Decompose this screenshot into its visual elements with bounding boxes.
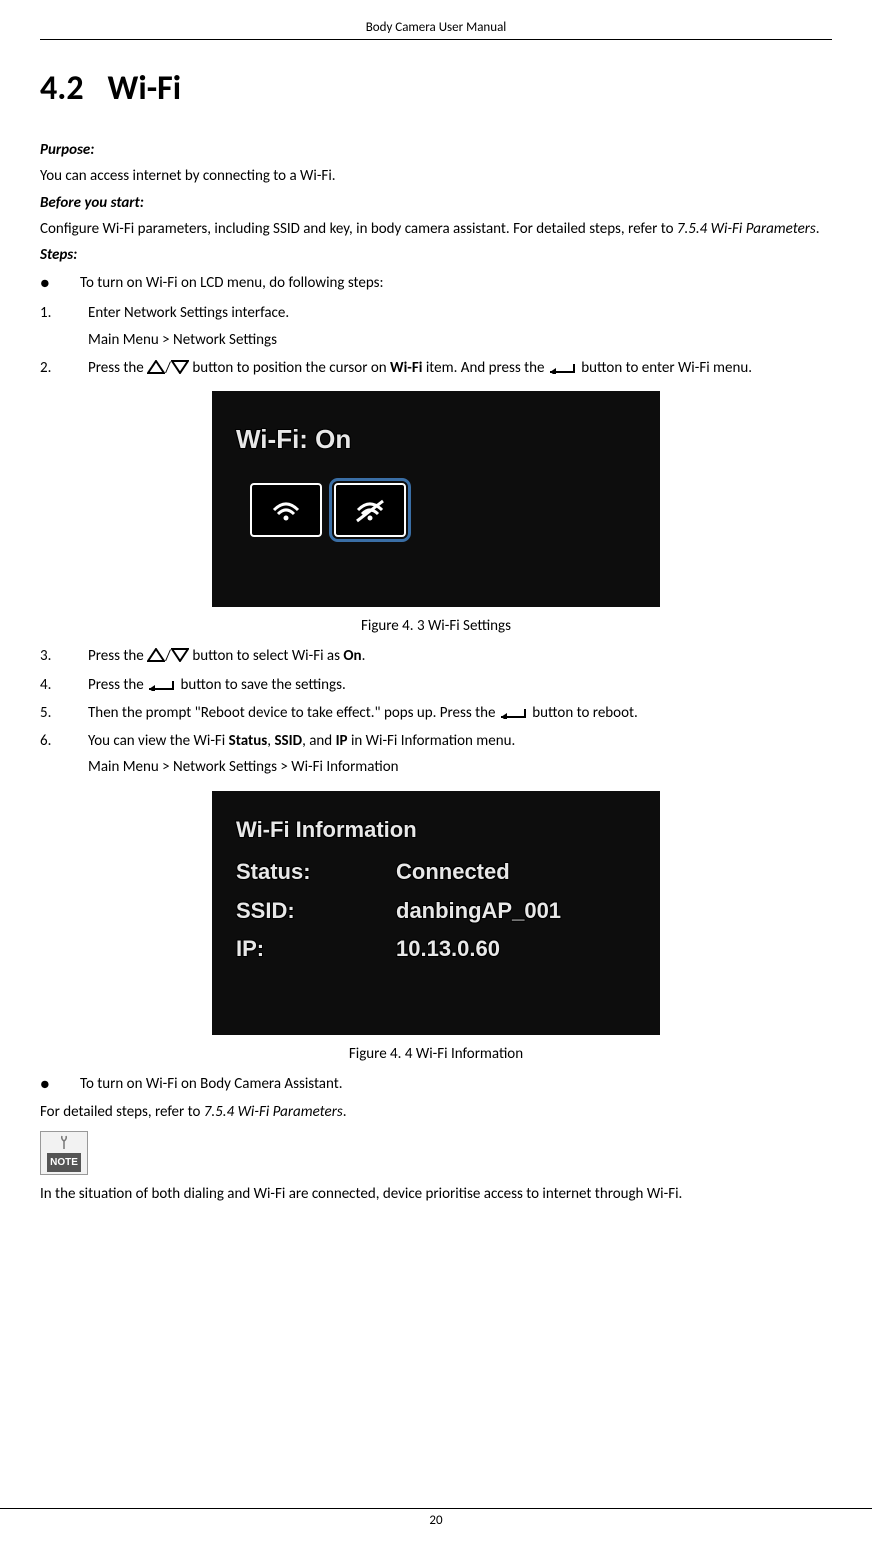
wifi-off-icon bbox=[352, 496, 388, 524]
step-number: 2. bbox=[40, 355, 68, 381]
info-row-ip: IP: 10.13.0.60 bbox=[236, 930, 636, 969]
step-text: You can view the Wi-Fi Status, SSID, and… bbox=[88, 728, 832, 754]
step-number: 1. bbox=[40, 300, 68, 326]
note-label: NOTE bbox=[47, 1153, 81, 1173]
down-triangle-icon bbox=[171, 360, 189, 374]
step-text: Press the / button to select Wi-Fi as On… bbox=[88, 643, 832, 669]
plant-icon bbox=[59, 1135, 69, 1149]
bullet-text: To turn on Wi-Fi on LCD menu, do followi… bbox=[80, 270, 832, 298]
step-6-path: Main Menu > Network Settings > Wi-Fi Inf… bbox=[88, 754, 832, 780]
purpose-text: You can access internet by connecting to… bbox=[40, 163, 832, 189]
bullet-icon: ● bbox=[40, 270, 60, 298]
purpose-label: Purpose: bbox=[40, 137, 832, 163]
step-3: 3. Press the / button to select Wi-Fi as… bbox=[40, 643, 832, 669]
screenshot-title: Wi-Fi: On bbox=[236, 417, 636, 463]
enter-icon bbox=[499, 707, 529, 719]
step-text: Then the prompt "Reboot device to take e… bbox=[88, 700, 832, 726]
bullet-icon: ● bbox=[40, 1071, 60, 1099]
bullet-text: To turn on Wi-Fi on Body Camera Assistan… bbox=[80, 1071, 832, 1099]
section-title: Wi-Fi bbox=[108, 68, 182, 109]
steps-label: Steps: bbox=[40, 242, 832, 268]
step-text: Enter Network Settings interface. bbox=[88, 300, 832, 326]
wifi-settings-screenshot: Wi-Fi: On bbox=[212, 391, 660, 607]
wifi-on-option[interactable] bbox=[250, 483, 322, 537]
ref-line: For detailed steps, refer to 7.5.4 Wi-Fi… bbox=[40, 1099, 832, 1125]
step-6: 6. You can view the Wi-Fi Status, SSID, … bbox=[40, 728, 832, 754]
section-heading: 4.2 Wi-Fi bbox=[40, 68, 832, 109]
step-number: 4. bbox=[40, 672, 68, 698]
figure-1-caption: Figure 4. 3 Wi-Fi Settings bbox=[40, 613, 832, 639]
before-text: Configure Wi-Fi parameters, including SS… bbox=[40, 216, 832, 242]
down-triangle-icon bbox=[171, 648, 189, 662]
wifi-on-icon bbox=[268, 496, 304, 524]
bullet-item: ● To turn on Wi-Fi on LCD menu, do follo… bbox=[40, 270, 832, 298]
note-icon: NOTE bbox=[40, 1131, 88, 1175]
up-triangle-icon bbox=[147, 360, 165, 374]
step-text: Press the / button to position the curso… bbox=[88, 355, 832, 381]
step-number: 6. bbox=[40, 728, 68, 754]
step-number: 3. bbox=[40, 643, 68, 669]
wifi-off-option[interactable] bbox=[334, 483, 406, 537]
section-number: 4.2 bbox=[40, 68, 84, 109]
figure-2-caption: Figure 4. 4 Wi-Fi Information bbox=[40, 1041, 832, 1067]
enter-icon bbox=[147, 679, 177, 691]
step-text: Press the button to save the settings. bbox=[88, 672, 832, 698]
up-triangle-icon bbox=[147, 648, 165, 662]
screenshot-title: Wi-Fi Information bbox=[236, 811, 636, 850]
step-4: 4. Press the button to save the settings… bbox=[40, 672, 832, 698]
info-row-status: Status: Connected bbox=[236, 853, 636, 892]
step-1: 1. Enter Network Settings interface. bbox=[40, 300, 832, 326]
enter-icon bbox=[548, 362, 578, 374]
note-text: In the situation of both dialing and Wi-… bbox=[40, 1181, 832, 1207]
wifi-info-screenshot: Wi-Fi Information Status: Connected SSID… bbox=[212, 791, 660, 1035]
bullet-item: ● To turn on Wi-Fi on Body Camera Assist… bbox=[40, 1071, 832, 1099]
page-number: 20 bbox=[0, 1508, 872, 1528]
step-2: 2. Press the / button to position the cu… bbox=[40, 355, 832, 381]
step-number: 5. bbox=[40, 700, 68, 726]
step-5: 5. Then the prompt "Reboot device to tak… bbox=[40, 700, 832, 726]
doc-header: Body Camera User Manual bbox=[40, 20, 832, 40]
before-label: Before you start: bbox=[40, 190, 832, 216]
step-1-path: Main Menu > Network Settings bbox=[88, 327, 832, 353]
info-row-ssid: SSID: danbingAP_001 bbox=[236, 892, 636, 931]
